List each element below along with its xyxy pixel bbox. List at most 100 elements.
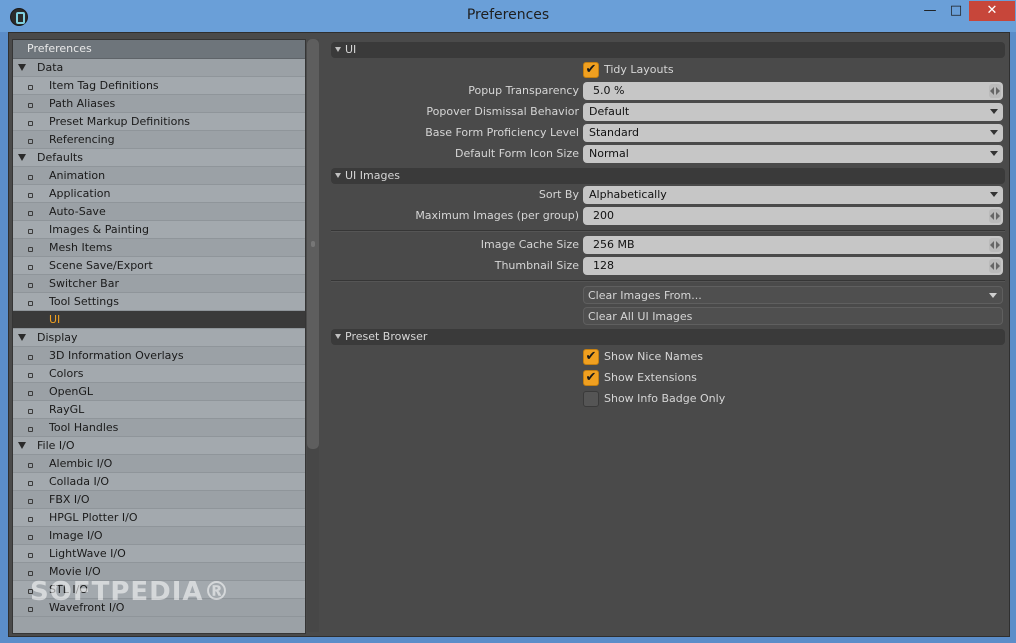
show-info-badge-only-checkbox[interactable] xyxy=(583,391,599,407)
tree-item-label: Colors xyxy=(49,367,84,380)
tree-item[interactable]: Referencing xyxy=(13,131,305,149)
tree-item-label: Switcher Bar xyxy=(49,277,119,290)
sort-by-value: Alphabetically xyxy=(589,188,667,201)
tree-item[interactable]: Collada I/O xyxy=(13,473,305,491)
tree-item-label: Application xyxy=(49,187,111,200)
clear-images-from-dropdown[interactable]: Clear Images From... xyxy=(583,286,1003,304)
tree-branch-icon xyxy=(28,247,33,252)
chevron-down-icon xyxy=(990,109,998,114)
popup-transparency-field[interactable]: 5.0 % xyxy=(583,82,1003,100)
tree-branch-icon xyxy=(28,409,33,414)
tree-group[interactable]: File I/O xyxy=(13,437,305,455)
tree-item[interactable]: Preset Markup Definitions xyxy=(13,113,305,131)
tree-branch-icon xyxy=(28,175,33,180)
tree-item[interactable]: Images & Painting xyxy=(13,221,305,239)
tree-item[interactable]: FBX I/O xyxy=(13,491,305,509)
tree-branch-icon xyxy=(28,319,33,324)
tree-item[interactable]: Path Aliases xyxy=(13,95,305,113)
softpedia-watermark: SOFTPEDIA® xyxy=(30,577,231,607)
clear-all-ui-images-button[interactable]: Clear All UI Images xyxy=(583,307,1003,325)
tree-branch-icon xyxy=(28,355,33,360)
tree-item-label: Scene Save/Export xyxy=(49,259,153,272)
tree-item[interactable]: Colors xyxy=(13,365,305,383)
tree-rows: Data Item Tag Definitions Path Aliases Pres… xyxy=(13,59,305,617)
splitter-handle-icon[interactable] xyxy=(311,241,315,247)
spinner-icon[interactable] xyxy=(989,209,1001,223)
window-title: Preferences xyxy=(466,7,550,23)
thumbnail-size-value: 128 xyxy=(593,259,614,272)
tree-branch-icon xyxy=(28,373,33,378)
popover-dismissal-dropdown[interactable]: Default xyxy=(583,103,1003,121)
tree-item[interactable]: RayGL xyxy=(13,401,305,419)
tree-item[interactable]: Tool Settings xyxy=(13,293,305,311)
tree-item-label: Collada I/O xyxy=(49,475,110,488)
clear-images-from-label: Clear Images From... xyxy=(588,289,702,302)
expand-triangle-icon[interactable] xyxy=(18,442,26,449)
tree-branch-icon xyxy=(28,427,33,432)
chevron-down-icon xyxy=(990,151,998,156)
tree-group[interactable]: Data xyxy=(13,59,305,77)
tree-item[interactable]: Image I/O xyxy=(13,527,305,545)
spinner-icon[interactable] xyxy=(989,259,1001,273)
minimize-button[interactable]: — xyxy=(917,1,943,21)
spinner-icon[interactable] xyxy=(989,238,1001,252)
tree-item-label: Alembic I/O xyxy=(49,457,113,470)
tree-item[interactable]: HPGL Plotter I/O xyxy=(13,509,305,527)
tree-item[interactable]: Mesh Items xyxy=(13,239,305,257)
tree-branch-icon xyxy=(28,535,33,540)
tree-item-label: Tool Handles xyxy=(49,421,119,434)
tree-branch-icon xyxy=(28,103,33,108)
tree-branch-icon xyxy=(28,211,33,216)
base-form-proficiency-dropdown[interactable]: Standard xyxy=(583,124,1003,142)
image-cache-size-label: Image Cache Size xyxy=(480,238,579,251)
section-ui[interactable]: UI xyxy=(331,42,1005,58)
max-images-value: 200 xyxy=(593,209,614,222)
tree-item[interactable]: Auto-Save xyxy=(13,203,305,221)
tree-item[interactable]: OpenGL xyxy=(13,383,305,401)
base-form-proficiency-label: Base Form Proficiency Level xyxy=(425,126,579,139)
tree-item[interactable]: Scene Save/Export xyxy=(13,257,305,275)
tree-branch-icon xyxy=(28,499,33,504)
show-nice-names-checkbox[interactable]: ✔ xyxy=(583,349,599,365)
section-ui-images[interactable]: UI Images xyxy=(331,168,1005,184)
default-form-icon-size-value: Normal xyxy=(589,147,629,160)
tree-branch-icon xyxy=(28,553,33,558)
sort-by-dropdown[interactable]: Alphabetically xyxy=(583,186,1003,204)
tree-item[interactable]: Alembic I/O xyxy=(13,455,305,473)
tree-header: Preferences xyxy=(13,40,305,59)
close-button[interactable]: ✕ xyxy=(969,1,1015,21)
tree-item-label: Images & Painting xyxy=(49,223,149,236)
default-form-icon-size-dropdown[interactable]: Normal xyxy=(583,145,1003,163)
title-bar: Preferences — □ ✕ xyxy=(0,0,1016,32)
tree-item[interactable]: Item Tag Definitions xyxy=(13,77,305,95)
tree-item-label: LightWave I/O xyxy=(49,547,126,560)
maximize-button[interactable]: □ xyxy=(943,1,969,21)
expand-triangle-icon[interactable] xyxy=(18,334,26,341)
tree-item[interactable]: Switcher Bar xyxy=(13,275,305,293)
tree-item[interactable]: Tool Handles xyxy=(13,419,305,437)
tree-item[interactable]: UI xyxy=(13,311,305,329)
thumbnail-size-field[interactable]: 128 xyxy=(583,257,1003,275)
expand-triangle-icon[interactable] xyxy=(18,64,26,71)
tidy-layouts-checkbox[interactable]: ✔ xyxy=(583,62,599,78)
tree-branch-icon xyxy=(28,193,33,198)
tree-branch-icon xyxy=(28,265,33,270)
spinner-icon[interactable] xyxy=(989,84,1001,98)
chevron-down-icon xyxy=(990,192,998,197)
image-cache-size-field[interactable]: 256 MB xyxy=(583,236,1003,254)
tree-item[interactable]: LightWave I/O xyxy=(13,545,305,563)
tree-item[interactable]: Animation xyxy=(13,167,305,185)
max-images-field[interactable]: 200 xyxy=(583,207,1003,225)
tree-item-label: Display xyxy=(37,331,78,344)
tree-item-label: Path Aliases xyxy=(49,97,116,110)
section-preset-browser[interactable]: Preset Browser xyxy=(331,329,1005,345)
tree-item[interactable]: 3D Information Overlays xyxy=(13,347,305,365)
preferences-form: UI ✔ Tidy Layouts Popup Transparency 5.0… xyxy=(331,39,1005,632)
tree-group[interactable]: Defaults xyxy=(13,149,305,167)
tree-item[interactable]: Application xyxy=(13,185,305,203)
tree-branch-icon xyxy=(28,283,33,288)
tree-group[interactable]: Display xyxy=(13,329,305,347)
divider xyxy=(331,280,1005,282)
show-extensions-checkbox[interactable]: ✔ xyxy=(583,370,599,386)
expand-triangle-icon[interactable] xyxy=(18,154,26,161)
